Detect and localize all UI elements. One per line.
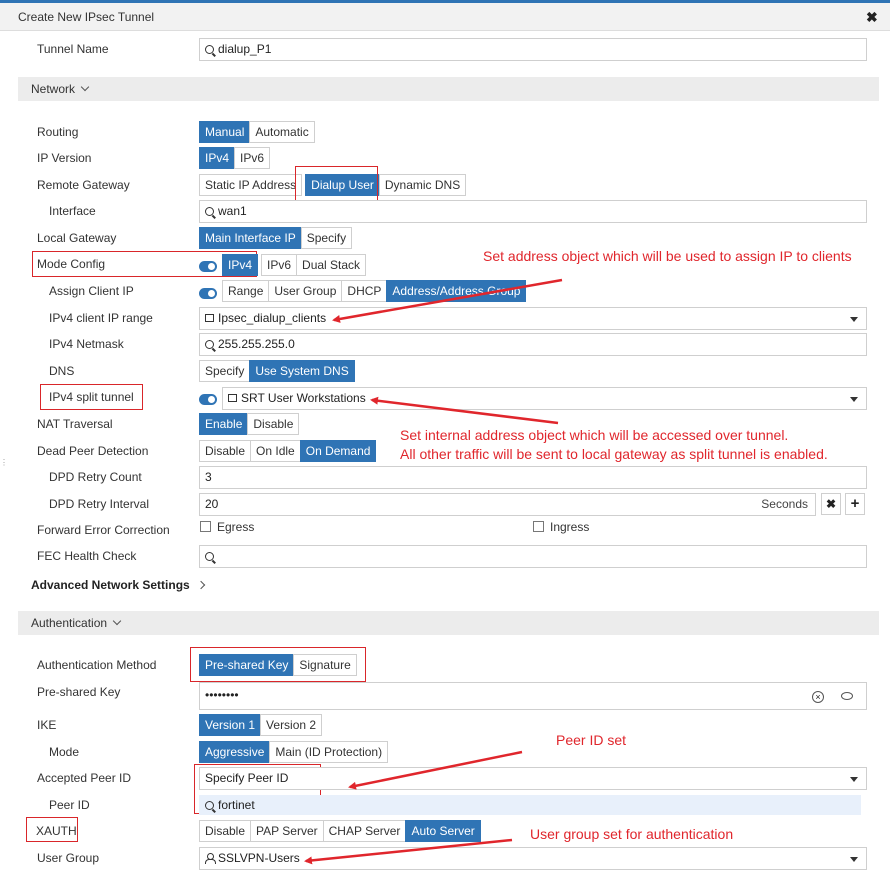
arrow-to-peer-id xyxy=(348,750,523,790)
arrow-to-user-group xyxy=(304,838,513,865)
arrow-to-split-tunnel xyxy=(370,396,559,425)
arrow-to-ip-range xyxy=(332,278,563,323)
annotation-arrows xyxy=(304,278,563,865)
